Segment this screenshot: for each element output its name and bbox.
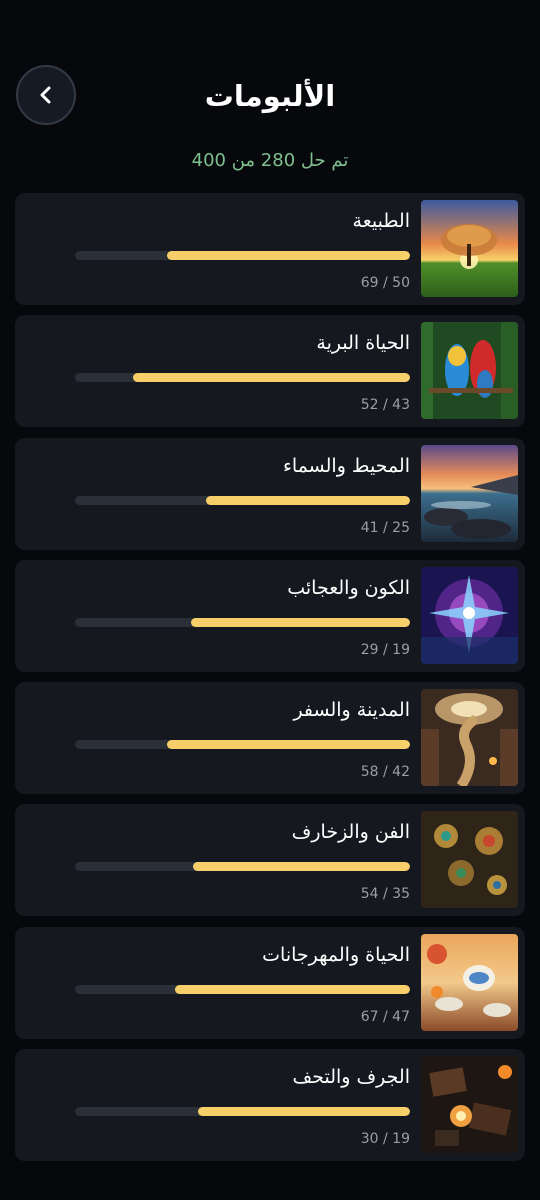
parrots-image xyxy=(421,322,518,420)
progress-track xyxy=(75,251,410,260)
album-card[interactable]: الحياة البرية 52 / 43 xyxy=(15,315,525,428)
antiques-image xyxy=(421,1056,518,1154)
progress-track xyxy=(75,495,410,505)
album-card[interactable]: المدينة والسفر 58 / 42 xyxy=(15,682,525,795)
ornaments-image xyxy=(421,811,518,909)
album-list: الطبيعة 69 / 50 الحياة البرية 52 / 43 ال… xyxy=(15,193,525,1171)
progress-fill xyxy=(175,984,410,994)
album-card[interactable]: المحيط والسماء 41 / 25 xyxy=(15,437,525,550)
progress-fill xyxy=(197,1107,410,1117)
progress-fill xyxy=(167,251,410,260)
album-name: الجرف والتحف xyxy=(292,1066,410,1089)
progress-count: 58 / 42 xyxy=(360,764,410,781)
album-name: الطبيعة xyxy=(352,210,410,232)
cosmic-star-image xyxy=(421,566,518,664)
album-card[interactable]: الفن والزخارف 54 / 35 xyxy=(15,804,525,917)
progress-count: 52 / 43 xyxy=(360,397,410,414)
progress-track xyxy=(75,740,410,750)
progress-track xyxy=(75,862,410,872)
progress-track xyxy=(75,617,410,627)
tea-party-image xyxy=(421,933,518,1031)
coast-sunset-image xyxy=(421,444,518,542)
progress-count: 54 / 35 xyxy=(360,886,410,903)
progress-count: 67 / 47 xyxy=(360,1008,410,1025)
album-name: الكون والعجائب xyxy=(287,576,410,599)
page-title: الألبومات xyxy=(204,79,336,113)
tree-sunset-image xyxy=(421,200,518,297)
progress-fill xyxy=(205,495,410,505)
album-card[interactable]: الحياة والمهرجانات 67 / 47 xyxy=(15,926,525,1039)
progress-summary: تم حل 280 من 400 xyxy=(191,150,349,171)
album-card[interactable]: الطبيعة 69 / 50 xyxy=(15,193,525,305)
album-name: الحياة والمهرجانات xyxy=(262,943,410,966)
progress-fill xyxy=(192,862,410,872)
progress-count: 69 / 50 xyxy=(360,275,410,291)
progress-track xyxy=(75,373,410,383)
progress-fill xyxy=(132,373,410,383)
album-name: المدينة والسفر xyxy=(293,699,410,722)
progress-track xyxy=(75,984,410,994)
progress-fill xyxy=(167,740,410,750)
library-staircase-image xyxy=(421,689,518,787)
progress-count: 41 / 25 xyxy=(360,519,410,536)
progress-count: 30 / 19 xyxy=(360,1131,410,1148)
album-name: الحياة البرية xyxy=(316,332,410,355)
album-name: المحيط والسماء xyxy=(282,454,410,477)
progress-fill xyxy=(190,617,410,627)
album-card[interactable]: الكون والعجائب 29 / 19 xyxy=(15,559,525,672)
progress-track xyxy=(75,1107,410,1117)
progress-count: 29 / 19 xyxy=(360,641,410,658)
album-card[interactable]: الجرف والتحف 30 / 19 xyxy=(15,1049,525,1162)
album-name: الفن والزخارف xyxy=(291,821,410,844)
